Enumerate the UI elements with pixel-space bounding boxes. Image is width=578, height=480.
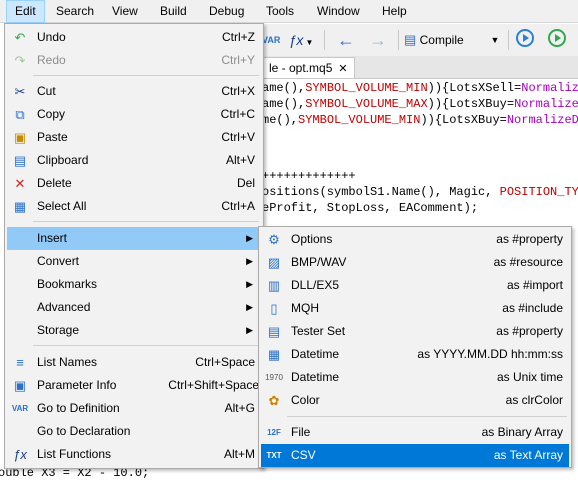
menu-item-delete[interactable]: ✕ Delete Del [7, 172, 261, 195]
palette-icon: ✿ [268, 393, 280, 408]
menu-item-bookmarks[interactable]: Bookmarks ▶ [7, 273, 261, 296]
tab-label: le - opt.mq5 [269, 61, 333, 75]
select-all-icon: ▦ [13, 199, 27, 214]
insert-item-datetime-unix[interactable]: 1970 Datetime as Unix time [261, 366, 569, 389]
menu-item-go-to-declaration[interactable]: Go to Declaration [7, 420, 261, 443]
code-line: ame(),SYMBOL_VOLUME_MAX)){LotsXBuy=Norma… [262, 97, 578, 111]
text-file-icon: TXT [266, 451, 282, 460]
menu-item-redo[interactable]: ↷ Redo Ctrl+Y [7, 49, 261, 72]
menu-build[interactable]: Build [152, 0, 195, 23]
menu-item-convert[interactable]: Convert ▶ [7, 250, 261, 273]
fx-icon: ƒx [288, 32, 304, 48]
menu-debug[interactable]: Debug [201, 0, 252, 23]
insert-item-dll-ex5[interactable]: ▥ DLL/EX5 as #import [261, 274, 569, 297]
binary-file-icon: 12F [267, 428, 281, 437]
menu-item-select-all[interactable]: ▦ Select All Ctrl+A [7, 195, 261, 218]
submenu-arrow-icon: ▶ [246, 233, 253, 243]
compile-icon: ▤ [404, 32, 417, 47]
insert-item-color[interactable]: ✿ Color as clrColor [261, 389, 569, 412]
parameter-info-icon: ▣ [13, 378, 27, 393]
function-list-button[interactable]: ƒx ▼ [286, 28, 316, 52]
insert-item-csv[interactable]: TXT CSV as Text Array [261, 444, 569, 467]
insert-submenu: ⚙ Options as #property ▨ BMP/WAV as #resourc… [258, 226, 572, 468]
menu-item-paste[interactable]: ▣ Paste Ctrl+V [7, 126, 261, 149]
menu-tools[interactable]: Tools [258, 0, 302, 23]
code-line: ositions(symbolS1.Name(), Magic, POSITIO… [262, 185, 578, 199]
menu-item-insert[interactable]: Insert ▶ [7, 227, 261, 250]
menu-bar: Edit Search View Build Debug Tools Windo… [0, 0, 578, 23]
redo-icon: ↷ [14, 53, 26, 68]
code-line: ame(),SYMBOL_VOLUME_MIN)){LotsXSell=Norm… [262, 81, 578, 95]
unix-time-icon: 1970 [265, 373, 283, 382]
code-line: me(),SYMBOL_VOLUME_MIN)){LotsXBuy=Normal… [262, 113, 578, 127]
editor-tab-bar: le - opt.mq5 ✕ [262, 56, 578, 79]
submenu-arrow-icon: ▶ [246, 302, 253, 312]
tester-icon: ▤ [267, 324, 281, 339]
menu-item-cut[interactable]: ✂ Cut Ctrl+X [7, 80, 261, 103]
menu-item-list-names[interactable]: ≡ List Names Ctrl+Space [7, 351, 261, 374]
clipboard-icon: ▤ [13, 153, 27, 168]
menu-view[interactable]: View [104, 0, 146, 23]
menu-edit[interactable]: Edit [6, 0, 45, 23]
cut-icon: ✂ [14, 84, 26, 99]
menu-item-list-functions[interactable]: ƒx List Functions Alt+M [7, 443, 261, 466]
insert-item-options[interactable]: ⚙ Options as #property [261, 228, 569, 251]
debug-start-icon[interactable] [514, 28, 536, 52]
run-icon[interactable] [546, 28, 568, 52]
delete-icon: ✕ [14, 176, 26, 191]
code-line: +++++++++++++ [262, 169, 356, 183]
edit-menu: ↶ Undo Ctrl+Z ↷ Redo Ctrl+Y ✂ Cut Ctrl+X ⧉ Copy… [4, 23, 264, 469]
gear-icon: ⚙ [268, 232, 280, 247]
image-icon: ▨ [267, 255, 281, 270]
insert-item-bmp-wav[interactable]: ▨ BMP/WAV as #resource [261, 251, 569, 274]
calendar-icon: ▦ [267, 347, 281, 362]
var-definition-icon: VAR [11, 404, 29, 413]
menu-item-go-to-definition[interactable]: VAR Go to Definition Alt+G [7, 397, 261, 420]
code-line: eProfit, StopLoss, EAComment); [262, 201, 479, 215]
back-arrow-icon[interactable]: ← [334, 28, 358, 52]
insert-item-tester-set[interactable]: ▤ Tester Set as #property [261, 320, 569, 343]
copy-icon: ⧉ [15, 107, 25, 122]
toolbar: VAR ƒx ▼ ← → ▤ Compile ▼ [262, 24, 578, 56]
close-icon[interactable]: ✕ [338, 63, 347, 75]
compile-dropdown-icon[interactable]: ▼ [488, 28, 502, 52]
editor-tab[interactable]: le - opt.mq5 ✕ [262, 57, 355, 78]
paste-icon: ▣ [13, 130, 27, 145]
forward-arrow-icon[interactable]: → [366, 28, 390, 52]
file-icon: ▯ [270, 301, 278, 316]
submenu-arrow-icon: ▶ [246, 279, 253, 289]
menu-item-undo[interactable]: ↶ Undo Ctrl+Z [7, 26, 261, 49]
dll-icon: ▥ [267, 278, 281, 293]
menu-item-storage[interactable]: Storage ▶ [7, 319, 261, 342]
insert-item-datetime[interactable]: ▦ Datetime as YYYY.MM.DD hh:mm:ss [261, 343, 569, 366]
menu-item-clipboard[interactable]: ▤ Clipboard Alt+V [7, 149, 261, 172]
var-icon[interactable]: VAR [262, 28, 280, 52]
menu-help[interactable]: Help [374, 0, 415, 23]
menu-item-copy[interactable]: ⧉ Copy Ctrl+C [7, 103, 261, 126]
menu-search[interactable]: Search [48, 0, 102, 23]
list-names-icon: ≡ [16, 355, 24, 370]
menu-window[interactable]: Window [309, 0, 368, 23]
list-functions-icon: ƒx [13, 447, 27, 462]
insert-item-file[interactable]: 12F File as Binary Array [261, 421, 569, 444]
undo-icon: ↶ [14, 30, 26, 45]
menu-item-advanced[interactable]: Advanced ▶ [7, 296, 261, 319]
submenu-arrow-icon: ▶ [246, 325, 253, 335]
insert-item-mqh[interactable]: ▯ MQH as #include [261, 297, 569, 320]
menu-item-parameter-info[interactable]: ▣ Parameter Info Ctrl+Shift+Space [7, 374, 261, 397]
submenu-arrow-icon: ▶ [246, 256, 253, 266]
